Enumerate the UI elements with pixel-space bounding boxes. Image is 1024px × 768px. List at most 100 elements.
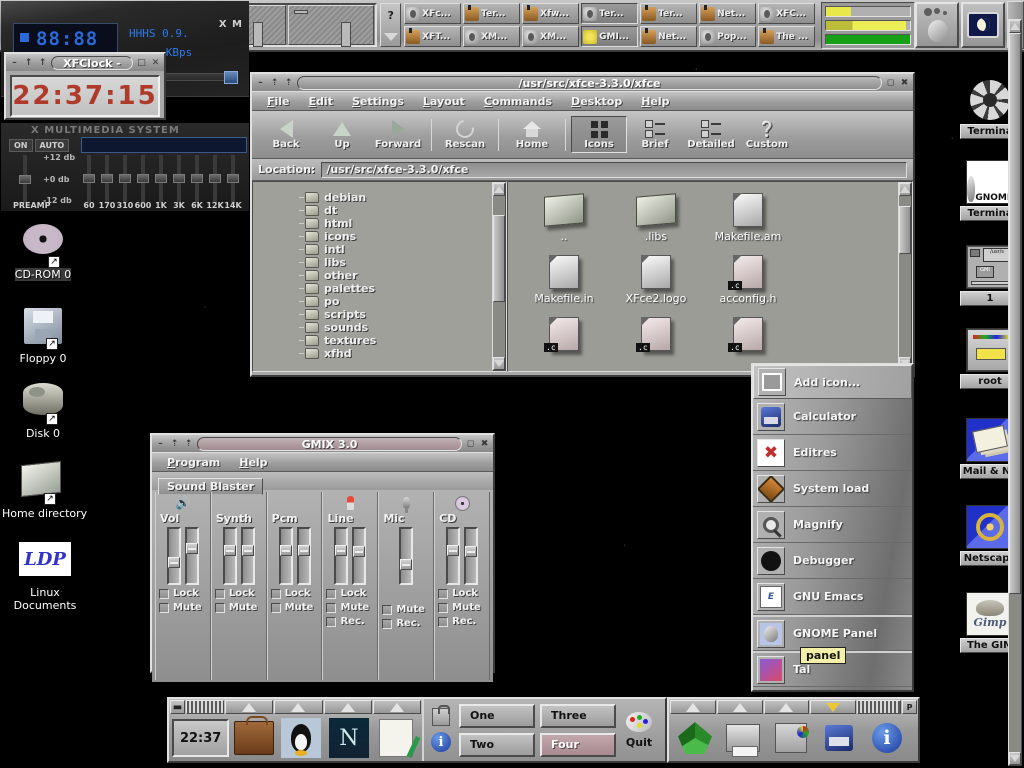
tree-item[interactable]: sounds [253,321,506,334]
panel-grip[interactable] [857,700,901,714]
toolbar-detailed-view-button[interactable]: Detailed [683,117,739,152]
panel-popup-arrow-2[interactable] [274,700,323,714]
eq-band-slider[interactable] [191,155,203,203]
stick-icon[interactable]: ⇡ [183,438,194,449]
desktop-button-four[interactable]: Four [540,732,616,757]
eq-on-button[interactable]: ON [9,139,33,152]
shade-icon[interactable]: ⇡ [269,77,280,88]
task-button[interactable]: Xfw... [522,3,580,24]
file-item[interactable] [700,314,796,354]
eq-band-slider[interactable] [83,155,95,203]
tree-item[interactable]: textures [253,334,506,347]
tree-item[interactable]: xfhd [253,347,506,360]
menu-commands[interactable]: Commands [475,94,561,109]
xmms-eq-toggles[interactable]: ON AUTO [9,139,70,152]
fader-left[interactable] [222,527,237,585]
fader-right[interactable] [184,527,199,585]
eq-preamp-slider[interactable] [19,155,31,203]
close-icon[interactable]: ✖ [479,438,490,449]
lock-checkbox[interactable]: Lock [214,588,255,599]
file-item[interactable]: Makefile.am [700,190,796,243]
desktop-icon-disk-0[interactable]: ↗ Disk 0 [4,378,82,440]
tree-item[interactable]: scripts [253,308,506,321]
stick-icon[interactable]: ↑ [37,57,48,68]
panel-popup-arrow-8[interactable] [810,700,856,714]
toolbar-icons-view-button[interactable]: Icons [571,116,627,153]
menu-item-magnify[interactable]: Magnify [753,507,912,543]
maximize-icon[interactable]: ◻ [885,77,896,88]
desktop-icon-home-directory[interactable]: ↗ Home directory [2,458,87,520]
panel-help-button[interactable]: ? [380,3,402,47]
gmix-window[interactable]: – ⇡ ⇡ GMIX 3.0 ◻ ✖ Program Help Sound Bl… [150,433,495,682]
eq-band-slider[interactable] [137,155,149,203]
eq-band-slider[interactable] [173,155,185,203]
task-button[interactable]: Ter... [640,3,698,24]
panel-popup-arrow-5[interactable] [670,700,716,714]
panel-popup-arrow-4[interactable] [372,700,421,714]
task-button[interactable]: Ter... [581,3,639,24]
minimize-icon[interactable]: – [255,77,266,88]
scroll-up-button[interactable] [1009,20,1021,33]
file-item[interactable] [516,314,612,354]
fader-left[interactable] [166,527,181,585]
panel-popup-arrow-7[interactable] [763,700,810,714]
tree-item[interactable]: other [253,269,506,282]
eq-band-slider[interactable] [101,155,113,203]
file-icon-view[interactable]: .. .libs Makefile.am Makefile.in XFce2.l… [507,181,913,372]
menu-item-gnu-emacs[interactable]: E GNU Emacs [753,579,912,615]
screensaver-button[interactable] [960,2,1005,48]
task-button[interactable]: Net... [640,26,698,47]
task-button[interactable]: Ter... [463,3,521,24]
eq-auto-button[interactable]: AUTO [34,139,70,152]
shade-icon[interactable]: ⇡ [169,438,180,449]
scroll-thumb[interactable] [1009,33,1021,594]
scroll-down-button[interactable] [493,357,505,370]
task-button[interactable]: GMI... [581,26,639,47]
tree-item[interactable]: debian [253,191,506,204]
desktop-icon-linux-documents[interactable]: LDP Linux Documents [4,538,86,612]
mute-checkbox[interactable]: Mute [382,604,425,615]
menu-desktop[interactable]: Desktop [562,94,631,109]
fader-left[interactable] [399,527,414,585]
print-launcher[interactable] [720,717,766,759]
tree-item[interactable]: po [253,295,506,308]
tree-item[interactable]: intl [253,243,506,256]
menu-help[interactable]: Help [632,94,678,109]
menu-settings[interactable]: Settings [343,94,413,109]
close-icon[interactable]: ✕ [150,57,161,68]
desktop-icon-floppy-0[interactable]: ↗ Floppy 0 [4,305,82,365]
mute-checkbox[interactable]: Mute [438,602,481,613]
pager-desktop-4[interactable] [288,5,375,47]
nedit-launcher[interactable]: N [326,717,371,759]
lock-checkbox[interactable]: Lock [326,588,366,599]
toolbar-custom-view-button[interactable]: ❔ Custom [739,117,795,152]
panel-popup-arrow-3[interactable] [323,700,372,714]
scroll-down-button[interactable] [1009,752,1021,765]
eq-band-slider[interactable] [209,155,221,203]
file-item[interactable]: Makefile.in [516,252,612,305]
menu-item-gnome-panel[interactable]: GNOME Panel [753,615,912,651]
gnome-panel-button[interactable] [915,2,959,48]
menu-item-editres[interactable]: ✖ Editres [753,435,912,471]
fader-left[interactable] [334,527,349,585]
rec-checkbox[interactable]: Rec. [326,616,365,627]
shade-icon[interactable]: ↑ [23,57,34,68]
tree-item[interactable]: html [253,217,506,230]
lock-icon[interactable] [432,705,450,726]
panel-pin-button[interactable]: P [902,700,917,714]
tree-item[interactable]: dt [253,204,506,217]
file-manager-window[interactable]: – ⇡ ⇡ /usr/src/xfce-3.3.0/xfce ◻ ✖ FFile… [250,72,915,377]
palette-icon[interactable] [626,711,652,732]
tree-scrollbar[interactable] [492,182,506,371]
desktop-icon-cd-rom-0[interactable]: ↗ CD-ROM 0 [4,218,82,281]
eq-band-slider[interactable] [227,155,239,203]
desktop-button-one[interactable]: One [459,703,535,728]
menu-item-task[interactable]: Tal panel [753,647,912,687]
rec-checkbox[interactable]: Rec. [438,616,476,627]
toolbar-forward-button[interactable]: Forward [370,117,426,152]
panel-popup-arrow-1[interactable] [225,700,274,714]
tools-launcher[interactable] [768,717,814,759]
rec-checkbox[interactable]: Rec. [382,618,421,629]
menu-item-calculator[interactable]: Calculator [753,399,912,435]
scroll-thumb[interactable] [493,215,505,303]
